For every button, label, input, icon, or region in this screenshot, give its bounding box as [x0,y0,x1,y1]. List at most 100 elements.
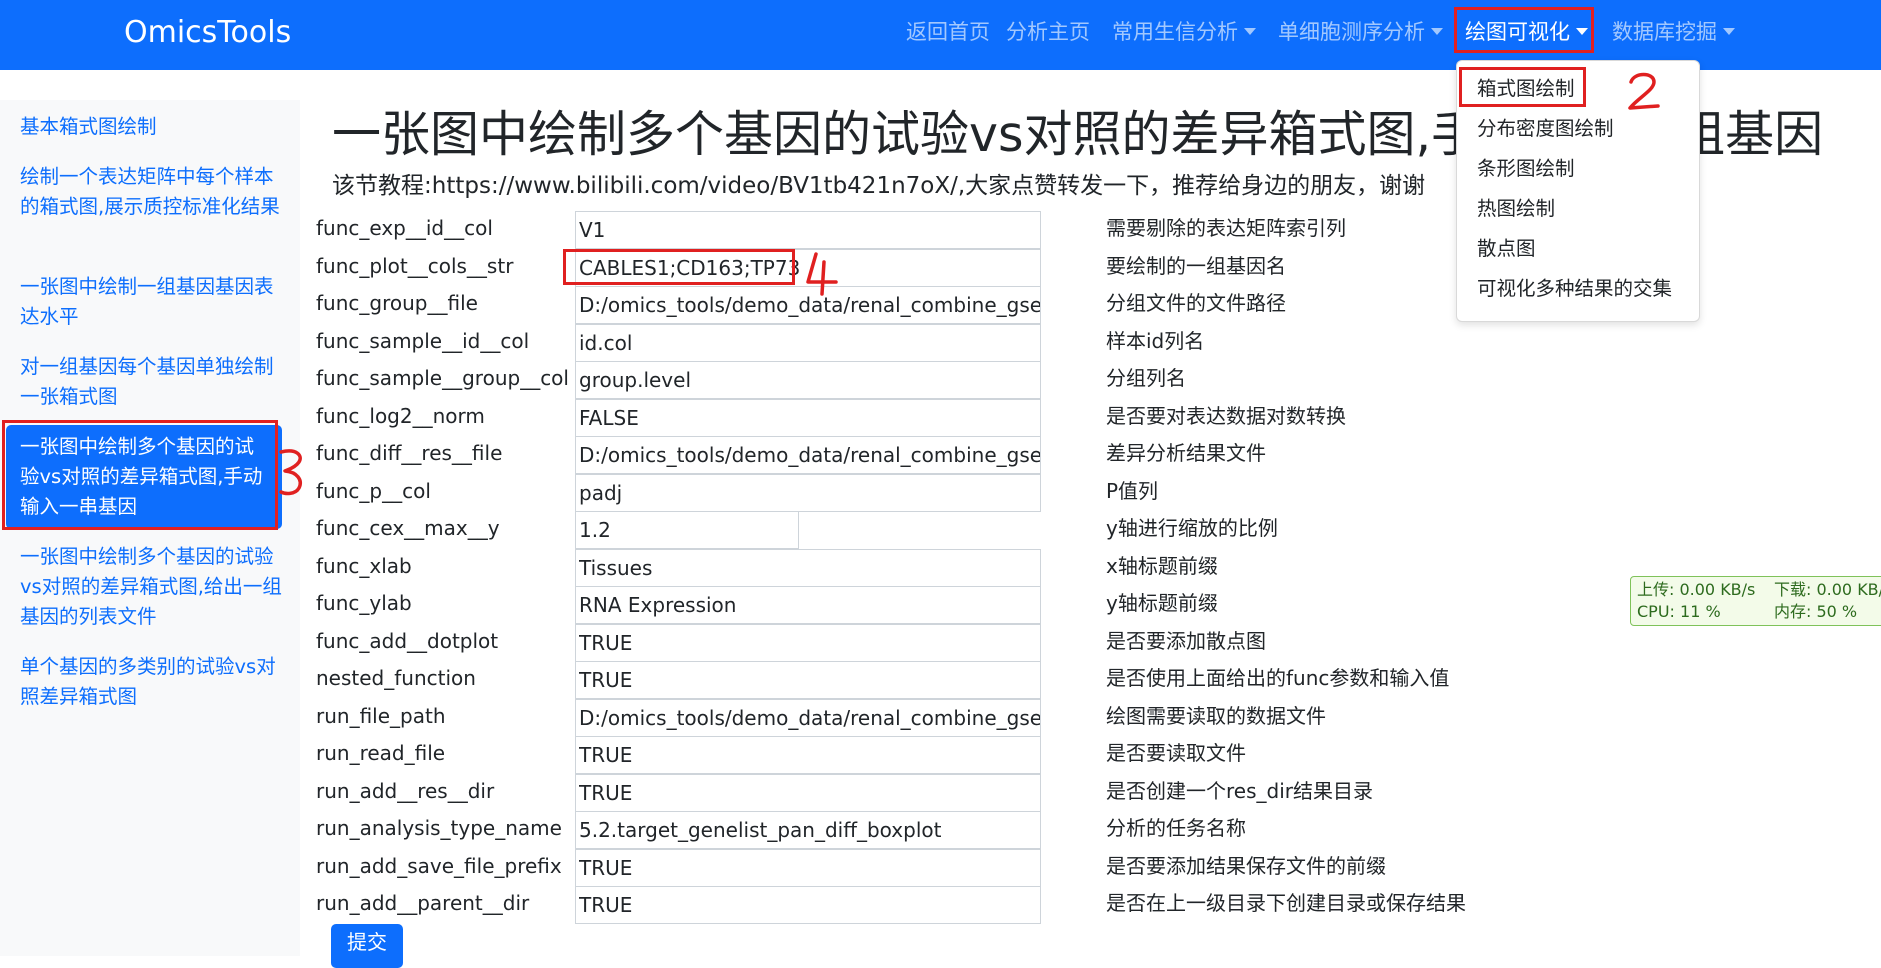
param-description: 分析的任务名称 [1106,816,1246,840]
param-description: y轴标题前缀 [1106,591,1218,615]
param-input[interactable] [575,848,1041,887]
annotation-number-2-icon [1628,72,1660,110]
param-label: func_add__dotplot [316,628,499,653]
param-row: func_sample__group__col 分组列名 [0,361,1881,399]
param-input[interactable] [575,548,1041,587]
param-input[interactable] [575,773,1041,812]
param-description: 是否在上一级目录下创建目录或保存结果 [1106,891,1466,915]
nav-database-mining-label: 数据库挖掘 [1612,20,1717,44]
param-row: run_read_file 是否要读取文件 [0,736,1881,774]
param-description: 是否要添加散点图 [1106,628,1266,653]
param-description: 是否创建一个res_dir结果目录 [1106,778,1373,803]
param-input[interactable] [575,436,1041,474]
param-input[interactable] [575,698,1041,737]
param-description: P值列 [1106,478,1159,503]
caret-down-icon [1244,28,1256,35]
param-row: nested_function 是否使用上面给出的func参数和输入值 [0,661,1881,699]
net-upload: 上传: 0.00 KB/s [1637,580,1756,599]
nav-common-bioinfo[interactable]: 常用生信分析 [1112,14,1256,50]
nav-common-bioinfo-label: 常用生信分析 [1112,20,1238,44]
dropdown-item-intersection[interactable]: 可视化多种结果的交集 [1477,274,1672,304]
net-download: 下载: 0.00 KB/s [1774,580,1881,599]
param-input[interactable] [575,211,1041,249]
param-description: 样本id列名 [1106,328,1205,353]
caret-down-icon [1431,28,1443,35]
param-label: run_read_file [316,741,446,765]
param-label: run_add_save_file_prefix [316,853,562,878]
param-input[interactable] [575,886,1041,924]
submit-button[interactable]: 提交 [331,924,403,968]
param-label: func_diff__res__file [316,441,503,465]
param-row: func_ylab y轴标题前缀 [0,586,1881,624]
param-description: 分组列名 [1106,366,1186,390]
annotation-box-boxplot-item [1459,67,1586,107]
dropdown-item-heatmap[interactable]: 热图绘制 [1477,194,1555,224]
param-input[interactable] [575,661,1041,699]
annotation-box-nav-visualization [1454,7,1594,53]
param-description: 绘图需要读取的数据文件 [1106,703,1326,728]
param-label: run_add__res__dir [316,778,495,803]
param-input[interactable] [575,323,1041,362]
dropdown-item-barplot[interactable]: 条形图绘制 [1477,154,1575,184]
net-cpu: CPU: 11 % [1637,602,1721,621]
param-description: 差异分析结果文件 [1106,441,1266,465]
nav-home[interactable]: 返回首页 [906,14,990,50]
sidebar-item-basic-boxplot[interactable]: 基本箱式图绘制 [6,112,282,142]
param-row: func_add__dotplot 是否要添加散点图 [0,623,1881,662]
net-memory: 内存: 50 % [1774,602,1858,621]
param-description: 需要剔除的表达矩阵索引列 [1106,216,1346,240]
param-label: run_file_path [316,703,446,728]
param-row: func_cex__max__y y轴进行缩放的比例 [0,511,1881,549]
dropdown-item-density[interactable]: 分布密度图绘制 [1477,114,1614,144]
param-label: func_plot__cols__str [316,253,514,278]
param-row: run_file_path 绘图需要读取的数据文件 [0,698,1881,737]
param-description: 是否要读取文件 [1106,741,1246,765]
param-row: run_add_save_file_prefix 是否要添加结果保存文件的前缀 [0,848,1881,887]
param-description: 是否要添加结果保存文件的前缀 [1106,853,1386,878]
param-row: run_analysis_type_name 分析的任务名称 [0,811,1881,849]
param-row: run_add__parent__dir 是否在上一级目录下创建目录或保存结果 [0,886,1881,924]
param-label: func_group__file [316,291,478,315]
param-input[interactable] [575,511,799,549]
network-monitor-widget[interactable]: 上传: 0.00 KB/s 下载: 0.00 KB/s CPU: 11 % 内存… [1630,576,1881,626]
param-description: 要绘制的一组基因名 [1106,253,1286,278]
param-label: func_log2__norm [316,403,485,428]
param-label: nested_function [316,666,476,690]
param-input[interactable] [575,361,1041,399]
param-label: run_add__parent__dir [316,891,530,915]
param-input[interactable] [575,473,1041,512]
nav-single-cell-label: 单细胞测序分析 [1278,20,1425,44]
param-label: func_sample__id__col [316,328,530,353]
param-label: run_analysis_type_name [316,816,562,840]
param-input[interactable] [575,811,1041,849]
annotation-number-3-icon [279,449,302,496]
param-label: func_cex__max__y [316,516,500,540]
param-label: func_exp__id__col [316,216,493,240]
caret-down-icon [1723,28,1735,35]
param-label: func_ylab [316,591,412,615]
param-row: func_log2__norm 是否要对表达数据对数转换 [0,398,1881,437]
param-description: x轴标题前缀 [1106,553,1218,578]
param-description: 是否要对表达数据对数转换 [1106,403,1346,428]
nav-analysis-home[interactable]: 分析主页 [1006,14,1090,50]
param-description: y轴进行缩放的比例 [1106,516,1278,540]
param-row: func_xlab x轴标题前缀 [0,548,1881,587]
param-input[interactable] [575,736,1041,774]
param-label: func_sample__group__col [316,366,569,390]
param-description: 分组文件的文件路径 [1106,291,1286,315]
annotation-box-genes-input [563,249,795,285]
annotation-number-4-icon [806,252,838,296]
brand-logo[interactable]: OmicsTools [124,16,291,50]
nav-single-cell[interactable]: 单细胞测序分析 [1278,14,1443,50]
param-input[interactable] [575,586,1041,624]
annotation-box-sidebar-active [2,420,278,530]
dropdown-item-scatter[interactable]: 散点图 [1477,234,1536,264]
nav-database-mining[interactable]: 数据库挖掘 [1612,14,1735,50]
param-label: func_p__col [316,478,431,503]
param-input[interactable] [575,398,1041,437]
param-label: func_xlab [316,553,412,578]
param-row: func_sample__id__col 样本id列名 [0,323,1881,362]
param-input[interactable] [575,623,1041,662]
param-description: 是否使用上面给出的func参数和输入值 [1106,666,1450,690]
param-row: run_add__res__dir 是否创建一个res_dir结果目录 [0,773,1881,812]
